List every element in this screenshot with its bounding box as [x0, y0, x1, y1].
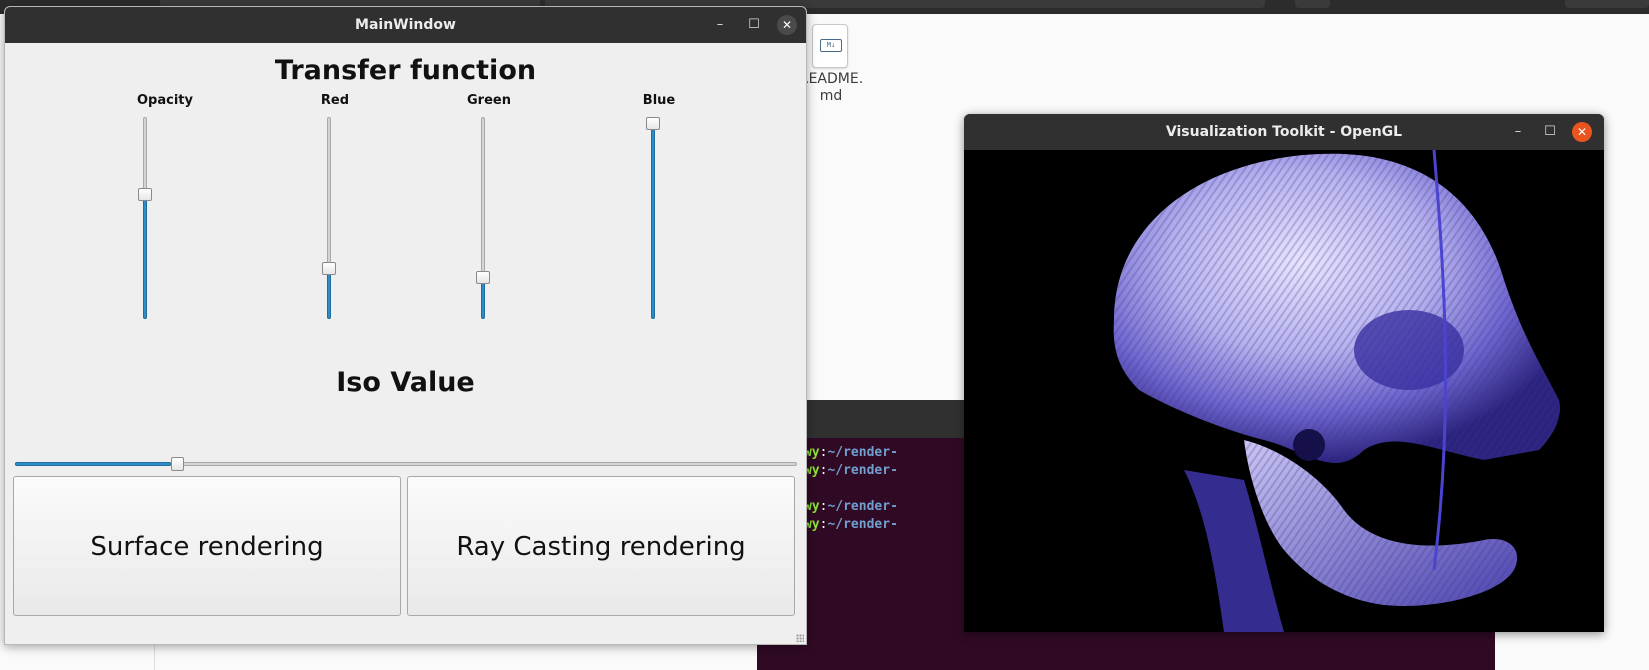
red-label: Red — [320, 93, 350, 108]
markdown-badge: M↓ — [820, 39, 842, 52]
slider-fill — [143, 190, 147, 319]
terminal-path: ~/render- — [827, 499, 898, 514]
topbar-segment — [1295, 0, 1330, 8]
surface-rendering-button[interactable]: Surface rendering — [13, 476, 401, 616]
minimize-button[interactable]: – — [710, 15, 730, 35]
minimize-button[interactable]: – — [1508, 122, 1528, 142]
vtk-window: Visualization Toolkit - OpenGL – ☐ ✕ — [964, 114, 1604, 632]
opacity-slider[interactable] — [135, 117, 155, 319]
slider-fill — [15, 462, 171, 466]
maximize-button[interactable]: ☐ — [744, 15, 764, 35]
vtk-window-titlebar[interactable]: Visualization Toolkit - OpenGL – ☐ ✕ — [964, 114, 1604, 150]
transfer-function-heading: Transfer function — [274, 55, 537, 86]
green-label: Green — [467, 93, 511, 108]
slider-fill — [651, 117, 655, 319]
slider-handle[interactable] — [138, 188, 152, 201]
terminal-path: ~/render- — [827, 517, 898, 532]
maximize-button[interactable]: ☐ — [1540, 122, 1560, 142]
main-window-titlebar[interactable]: MainWindow – ☐ ✕ — [5, 7, 806, 43]
terminal-path: ~/render- — [827, 463, 898, 478]
markdown-file-icon[interactable]: M↓ — [812, 24, 848, 68]
terminal-path: ~/render- — [827, 445, 898, 460]
iso-value-heading: Iso Value — [336, 367, 475, 398]
red-slider[interactable] — [319, 117, 339, 319]
skull-render-image — [964, 149, 1604, 632]
blue-slider[interactable] — [643, 117, 663, 319]
ray-casting-rendering-button[interactable]: Ray Casting rendering — [407, 476, 795, 616]
opacity-label: Opacity — [137, 93, 193, 108]
slider-handle[interactable] — [646, 117, 660, 130]
main-window: MainWindow – ☐ ✕ Transfer function Opaci… — [4, 6, 807, 645]
iso-value-slider[interactable] — [15, 454, 797, 474]
resize-grip[interactable] — [796, 634, 804, 642]
window-title: MainWindow — [355, 17, 456, 33]
close-button[interactable]: ✕ — [1572, 122, 1592, 142]
blue-label: Blue — [642, 93, 676, 108]
green-slider[interactable] — [473, 117, 493, 319]
slider-handle[interactable] — [476, 271, 490, 284]
topbar-segment — [1565, 0, 1649, 8]
slider-handle[interactable] — [171, 457, 184, 471]
close-button[interactable]: ✕ — [777, 15, 797, 35]
volume-render-viewport[interactable] — [964, 149, 1604, 632]
slider-handle[interactable] — [322, 262, 336, 275]
